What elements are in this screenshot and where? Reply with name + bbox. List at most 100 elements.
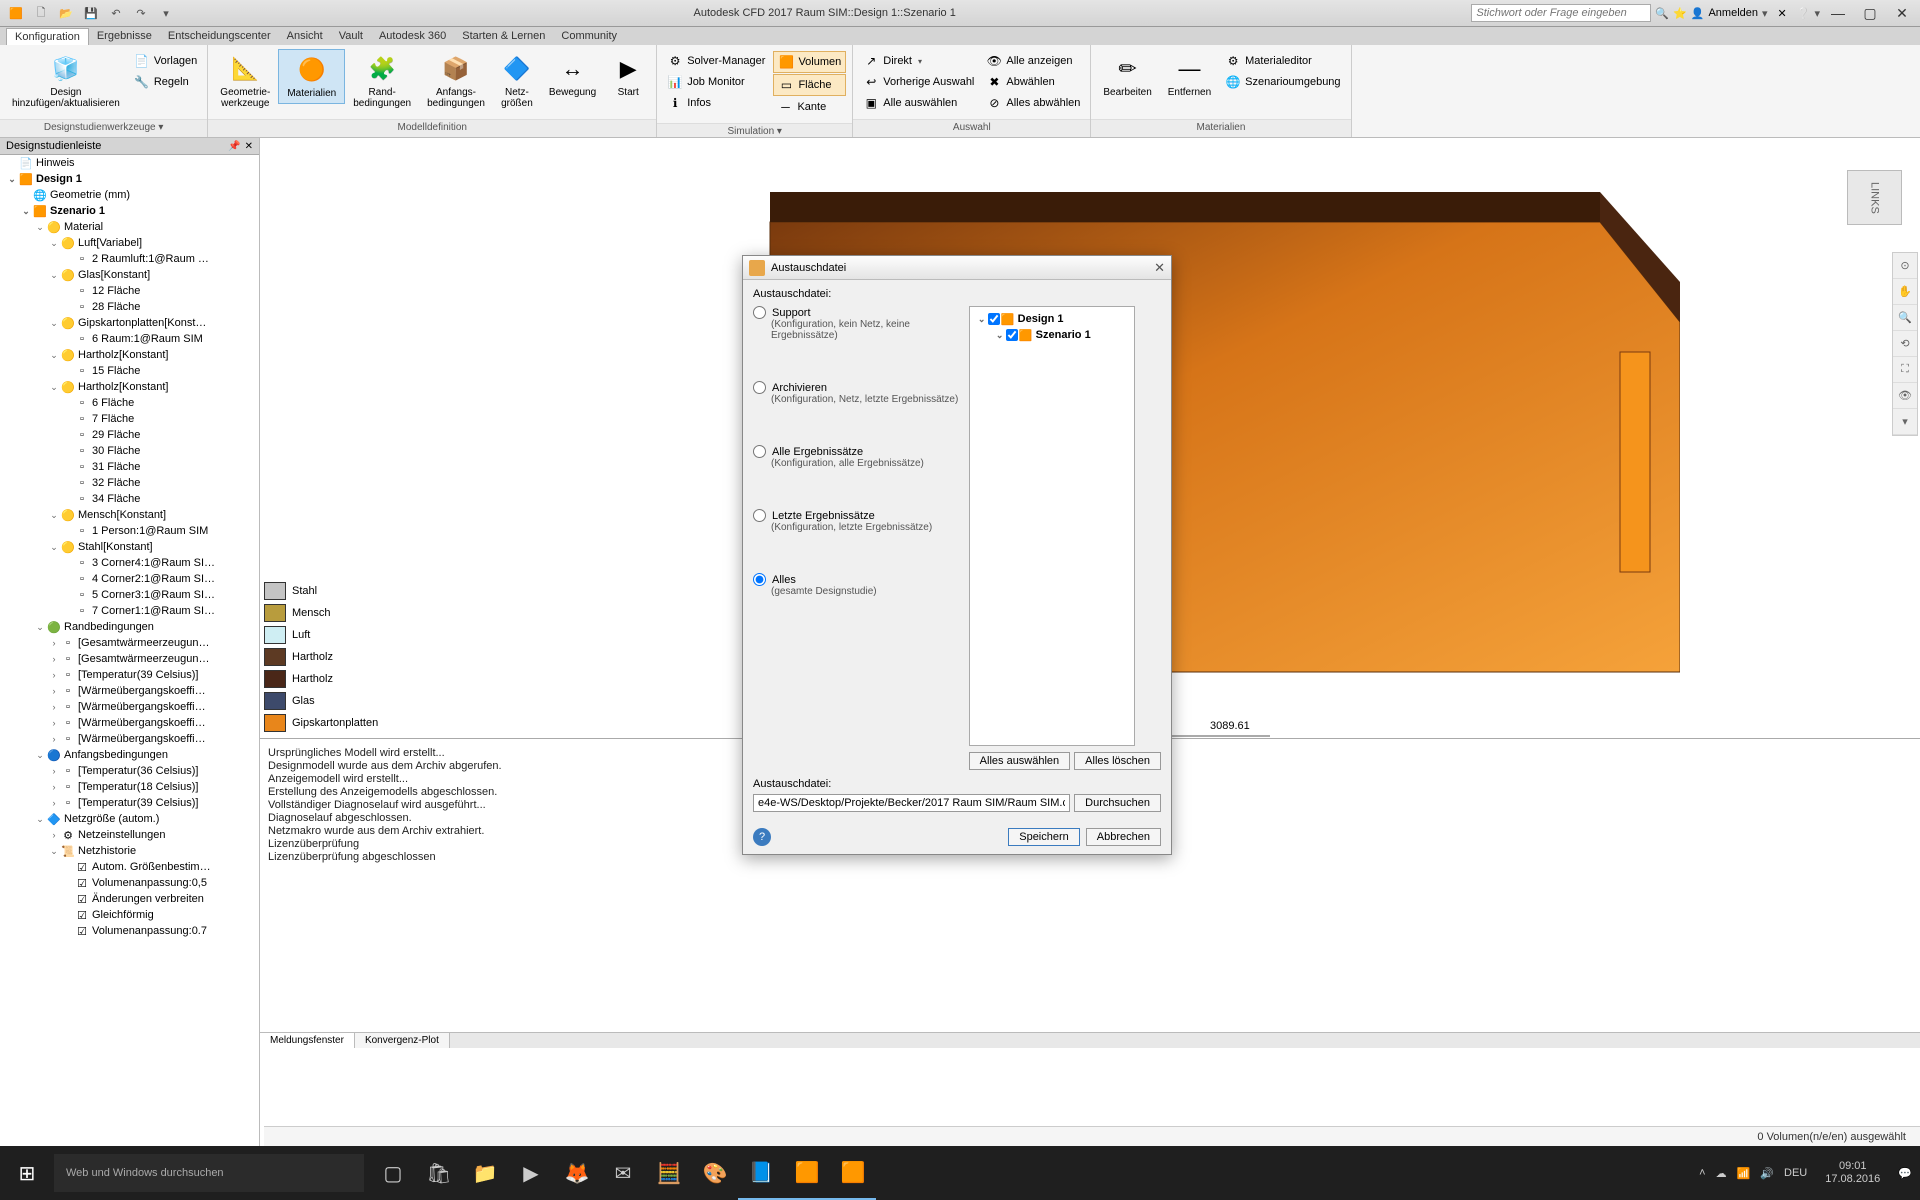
tree-item[interactable]: ⌄🟡Glas[Konstant] bbox=[0, 267, 259, 283]
delete-all-button[interactable]: Alles löschen bbox=[1074, 752, 1161, 770]
design-tree[interactable]: 📄Hinweis⌄🟧Design 1🌐Geometrie (mm)⌄🟧Szena… bbox=[0, 155, 259, 1200]
tree-item[interactable]: ▫30 Fläche bbox=[0, 443, 259, 459]
cancel-button[interactable]: Abbrechen bbox=[1086, 828, 1161, 846]
ribbon-szenarioumgebung[interactable]: 🌐Szenarioumgebung bbox=[1221, 72, 1344, 92]
ribbon-regeln[interactable]: 🔧Regeln bbox=[130, 72, 201, 92]
ribbon-materialien[interactable]: 🟠Materialien bbox=[278, 49, 345, 104]
dlg-tree-item[interactable]: ⌄ 🟧Design 1 bbox=[974, 311, 1130, 327]
volume-icon[interactable]: 🔊 bbox=[1760, 1167, 1774, 1180]
qat-more-icon[interactable]: ▾ bbox=[154, 2, 178, 24]
tree-item[interactable]: ▫5 Corner3:1@Raum SI… bbox=[0, 587, 259, 603]
ribbon-job-monitor[interactable]: 📊Job Monitor bbox=[663, 72, 769, 92]
fit-icon[interactable]: ⛶ bbox=[1893, 357, 1917, 383]
msg-tab[interactable]: Meldungsfenster bbox=[260, 1033, 355, 1048]
tree-item[interactable]: ⌄🟡Mensch[Konstant] bbox=[0, 507, 259, 523]
tree-item[interactable]: ›▫[Wärmeübergangskoeffi… bbox=[0, 699, 259, 715]
menu-vault[interactable]: Vault bbox=[331, 28, 371, 44]
tree-item[interactable]: ▫7 Fläche bbox=[0, 411, 259, 427]
menu-entscheidungscenter[interactable]: Entscheidungscenter bbox=[160, 28, 279, 44]
tree-item[interactable]: ▫31 Fläche bbox=[0, 459, 259, 475]
save-button[interactable]: Speichern bbox=[1008, 828, 1080, 846]
tree-item[interactable]: ›▫[Gesamtwärmeerzeugun… bbox=[0, 635, 259, 651]
tree-item[interactable]: ›▫[Temperatur(18 Celsius)] bbox=[0, 779, 259, 795]
qat-redo-icon[interactable]: ↷ bbox=[129, 2, 153, 24]
pan-icon[interactable]: ✋ bbox=[1893, 279, 1917, 305]
browse-button[interactable]: Durchsuchen bbox=[1074, 794, 1161, 812]
help-icon[interactable]: ❔ bbox=[1797, 7, 1811, 20]
tree-item[interactable]: ☑Volumenanpassung:0.7 bbox=[0, 923, 259, 939]
tree-item[interactable]: ›▫[Temperatur(39 Celsius)] bbox=[0, 795, 259, 811]
pin-icon[interactable]: 📌 bbox=[228, 141, 240, 152]
file-path-input[interactable] bbox=[753, 794, 1070, 812]
ribbon-start[interactable]: ▶Start bbox=[604, 49, 652, 102]
tree-item[interactable]: ⌄🟧Design 1 bbox=[0, 171, 259, 187]
tree-item[interactable]: 🌐Geometrie (mm) bbox=[0, 187, 259, 203]
ribbon-anfangs-bedingungen[interactable]: 📦Anfangs-bedingungen bbox=[419, 49, 493, 113]
tree-item[interactable]: ▫32 Fläche bbox=[0, 475, 259, 491]
tree-item[interactable]: ›▫[Wärmeübergangskoeffi… bbox=[0, 731, 259, 747]
tree-item[interactable]: ☑Änderungen verbreiten bbox=[0, 891, 259, 907]
tree-item[interactable]: ›▫[Temperatur(36 Celsius)] bbox=[0, 763, 259, 779]
tree-item[interactable]: ⌄🟡Luft[Variabel] bbox=[0, 235, 259, 251]
tree-item[interactable]: ›▫[Wärmeübergangskoeffi… bbox=[0, 715, 259, 731]
explorer-icon[interactable]: 📁 bbox=[462, 1146, 508, 1200]
tray-up-icon[interactable]: ˄ bbox=[1699, 1167, 1705, 1179]
tree-item[interactable]: ☑Autom. Größenbestim… bbox=[0, 859, 259, 875]
task-view-icon[interactable]: ▢ bbox=[370, 1146, 416, 1200]
close-button[interactable]: ✕ bbox=[1888, 2, 1916, 24]
tree-item[interactable]: ▫29 Fläche bbox=[0, 427, 259, 443]
msg-tab[interactable]: Konvergenz-Plot bbox=[355, 1033, 450, 1048]
tree-item[interactable]: ⌄🔷Netzgröße (autom.) bbox=[0, 811, 259, 827]
menu-community[interactable]: Community bbox=[553, 28, 625, 44]
calc-icon[interactable]: 🧮 bbox=[646, 1146, 692, 1200]
menu-konfiguration[interactable]: Konfiguration bbox=[6, 28, 89, 45]
ribbon-bearbeiten[interactable]: ✏Bearbeiten bbox=[1095, 49, 1159, 102]
ribbon-alles-abw-hlen[interactable]: ⊘Alles abwählen bbox=[982, 93, 1084, 113]
tree-item[interactable]: ⌄🟧Szenario 1 bbox=[0, 203, 259, 219]
clock[interactable]: 09:01 17.08.2016 bbox=[1817, 1160, 1888, 1186]
minimize-button[interactable]: — bbox=[1824, 2, 1852, 24]
radio-archivieren[interactable]: Archivieren bbox=[753, 381, 959, 394]
tree-item[interactable]: ▫3 Corner4:1@Raum SI… bbox=[0, 555, 259, 571]
ribbon-alle-ausw-hlen[interactable]: ▣Alle auswählen bbox=[859, 93, 978, 113]
tree-item[interactable]: ⌄📜Netzhistorie bbox=[0, 843, 259, 859]
app-icon[interactable]: 🟧 bbox=[4, 2, 28, 24]
signin-link[interactable]: Anmelden bbox=[1708, 7, 1758, 19]
network-icon[interactable]: 📶 bbox=[1737, 1167, 1751, 1180]
tree-item[interactable]: ☑Gleichförmig bbox=[0, 907, 259, 923]
ribbon-design-hinzuf-gen-aktualisieren[interactable]: 🧊Designhinzufügen/aktualisieren bbox=[4, 49, 128, 113]
more-nav-icon[interactable]: ▾ bbox=[1893, 409, 1917, 435]
radio-support[interactable]: Support bbox=[753, 306, 959, 319]
menu-ansicht[interactable]: Ansicht bbox=[279, 28, 331, 44]
cfd-icon[interactable]: 🟧 bbox=[830, 1146, 876, 1200]
inventor-icon[interactable]: 🟧 bbox=[784, 1146, 830, 1200]
tree-item[interactable]: ▫34 Fläche bbox=[0, 491, 259, 507]
tree-item[interactable]: ▫6 Fläche bbox=[0, 395, 259, 411]
qat-open-icon[interactable]: 📂 bbox=[54, 2, 78, 24]
tree-item[interactable]: ▫12 Fläche bbox=[0, 283, 259, 299]
maximize-button[interactable]: ▢ bbox=[1856, 2, 1884, 24]
ribbon-materialeditor[interactable]: ⚙Materialeditor bbox=[1221, 51, 1344, 71]
qat-new-icon[interactable]: 🗋 bbox=[29, 2, 53, 24]
radio-letzte ergebnissätze[interactable]: Letzte Ergebnissätze bbox=[753, 509, 959, 522]
ribbon-fl-che[interactable]: ▭Fläche bbox=[773, 74, 846, 96]
user-icon[interactable]: 👤 bbox=[1691, 7, 1705, 20]
qat-save-icon[interactable]: 💾 bbox=[79, 2, 103, 24]
firefox-icon[interactable]: 🦊 bbox=[554, 1146, 600, 1200]
ribbon-netz-gr-en[interactable]: 🔷Netz-größen bbox=[493, 49, 541, 113]
tree-item[interactable]: ⌄🟡Material bbox=[0, 219, 259, 235]
help-search-input[interactable] bbox=[1471, 4, 1651, 22]
tree-item[interactable]: ›▫[Wärmeübergangskoeffi… bbox=[0, 683, 259, 699]
menu-starten & lernen[interactable]: Starten & Lernen bbox=[454, 28, 553, 44]
ribbon-alle-anzeigen[interactable]: 👁Alle anzeigen bbox=[982, 51, 1084, 71]
menu-ergebnisse[interactable]: Ergebnisse bbox=[89, 28, 160, 44]
tree-item[interactable]: ⌄🟢Randbedingungen bbox=[0, 619, 259, 635]
cortana-search[interactable]: Web und Windows durchsuchen bbox=[54, 1154, 364, 1192]
lang-indicator[interactable]: DEU bbox=[1784, 1167, 1807, 1179]
tree-item[interactable]: ⌄🟡Gipskartonplatten[Konst… bbox=[0, 315, 259, 331]
ribbon-direkt[interactable]: ↗Direkt▾ bbox=[859, 51, 978, 71]
help-button[interactable]: ? bbox=[753, 828, 771, 846]
ribbon-bewegung[interactable]: ↔Bewegung bbox=[541, 49, 604, 102]
dlg-tree-item[interactable]: ⌄ 🟧Szenario 1 bbox=[974, 327, 1130, 343]
ribbon-kante[interactable]: ─Kante bbox=[773, 97, 846, 117]
